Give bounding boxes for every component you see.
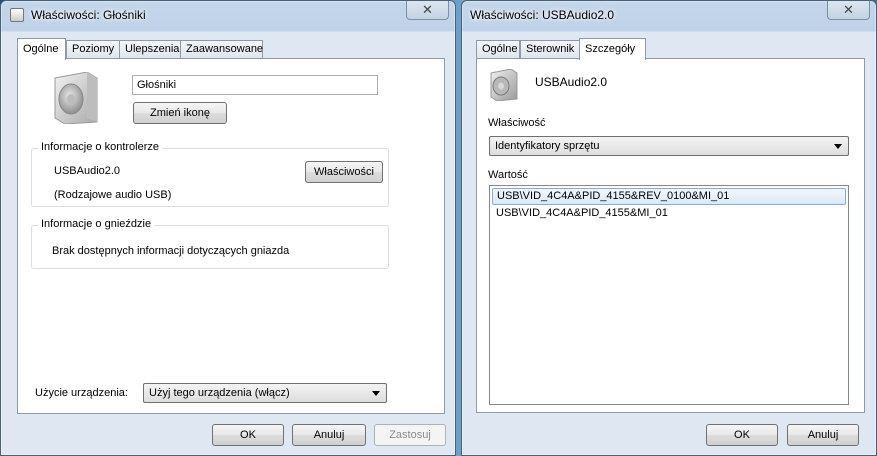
window-title: Właściwości: Głośniki xyxy=(31,8,146,22)
value-list[interactable]: USB\VID_4C4A&PID_4155&REV_0100&MI_01 USB… xyxy=(489,185,849,405)
device-usage-value: Użyj tego urządzenia (włącz) xyxy=(149,387,290,399)
close-button[interactable]: ✕ xyxy=(406,1,449,20)
chevron-down-icon xyxy=(834,144,842,149)
controller-group-label: Informacje o kontrolerze xyxy=(38,141,162,153)
list-item[interactable]: USB\VID_4C4A&PID_4155&REV_0100&MI_01 xyxy=(492,188,846,205)
device-name: USBAudio2.0 xyxy=(535,75,608,89)
apply-button[interactable]: Zastosuj xyxy=(374,424,446,446)
speaker-icon xyxy=(54,72,98,124)
device-usage-dropdown[interactable]: Użyj tego urządzenia (włącz) xyxy=(143,383,387,403)
tab-advanced[interactable]: Zaawansowane xyxy=(180,40,263,59)
usbaudio-properties-window: Właściwości: USBAudio2.0 ✕ Ogólne Sterow… xyxy=(461,0,877,456)
cancel-button[interactable]: Anuluj xyxy=(787,424,859,446)
title-bar[interactable]: Właściwości: USBAudio2.0 ✕ xyxy=(462,1,876,29)
value-label: Wartość xyxy=(488,169,528,181)
device-name-input[interactable]: Głośniki xyxy=(132,75,378,95)
jack-info-message: Brak dostępnych informacji dotyczących g… xyxy=(52,245,290,257)
tab-strip: Ogólne Poziomy Ulepszenia Zaawansowane xyxy=(17,38,277,60)
tab-levels[interactable]: Poziomy xyxy=(66,40,120,59)
speakers-properties-window: Właściwości: Głośniki ✕ Ogólne Poziomy U… xyxy=(0,0,456,456)
chevron-down-icon xyxy=(372,391,380,396)
controller-name: USBAudio2.0 xyxy=(54,165,121,177)
title-bar[interactable]: Właściwości: Głośniki ✕ xyxy=(1,1,455,29)
ok-button[interactable]: OK xyxy=(212,424,284,446)
device-usage-label: Użycie urządzenia: xyxy=(35,387,128,399)
tab-enhancements[interactable]: Ulepszenia xyxy=(119,40,181,59)
ok-button[interactable]: OK xyxy=(706,424,778,446)
jack-info-group: Informacje o gnieździe Brak dostępnych i… xyxy=(31,218,389,269)
tab-content-panel: Głośniki Zmień ikonę Informacje o kontro… xyxy=(17,58,445,414)
property-value: Identyfikatory sprzętu xyxy=(495,140,600,152)
property-dropdown[interactable]: Identyfikatory sprzętu xyxy=(489,136,849,156)
tab-general[interactable]: Ogólne xyxy=(17,38,66,60)
jack-group-label: Informacje o gnieździe xyxy=(38,218,155,230)
tab-driver[interactable]: Sterownik xyxy=(520,40,580,59)
tab-content-panel: USBAudio2.0 Właściwość Identyfikatory sp… xyxy=(476,58,865,413)
close-button[interactable]: ✕ xyxy=(827,1,870,20)
window-title: Właściwości: USBAudio2.0 xyxy=(470,8,615,22)
tab-strip: Ogólne Sterownik Szczegóły xyxy=(476,38,656,60)
speaker-icon xyxy=(490,69,518,101)
list-item[interactable]: USB\VID_4C4A&PID_4155&MI_01 xyxy=(492,206,846,223)
controller-info-group: Informacje o kontrolerze USBAudio2.0 (Ro… xyxy=(31,141,389,207)
tab-general[interactable]: Ogólne xyxy=(476,40,520,59)
controller-description: (Rodzajowe audio USB) xyxy=(54,189,172,201)
speaker-app-icon xyxy=(10,8,24,22)
cancel-button[interactable]: Anuluj xyxy=(292,424,366,446)
tab-details[interactable]: Szczegóły xyxy=(579,38,646,60)
controller-properties-button[interactable]: Właściwości xyxy=(305,161,383,183)
property-label: Właściwość xyxy=(488,117,546,129)
change-icon-button[interactable]: Zmień ikonę xyxy=(133,102,227,124)
